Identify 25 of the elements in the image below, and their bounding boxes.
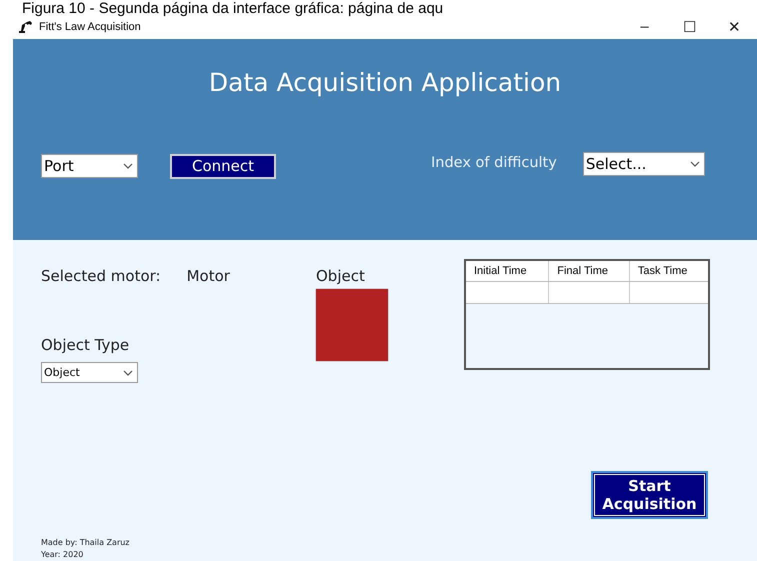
chevron-down-icon (690, 161, 700, 168)
object-label: Object (316, 267, 366, 285)
footer-text: Made by: Thaila Zaruz (41, 537, 131, 549)
dropdown[interactable]: Object (41, 362, 138, 383)
minimize-button[interactable]: – (622, 18, 667, 36)
close-button[interactable]: ✕ (712, 18, 757, 36)
footer-text: Year: 2020 (41, 549, 84, 561)
column-header: Initial Time (465, 260, 549, 282)
column-header: Final Time (548, 260, 630, 282)
object-type-label: Object Type (41, 336, 130, 354)
figure-caption: Figura 10 - Segunda página da interface gráfica: página de aqu (21, 0, 444, 17)
connect-button[interactable]: Connect (170, 154, 276, 179)
app-title: Data Acquisition Application (208, 66, 562, 99)
dropdown[interactable]: Select... (582, 152, 705, 176)
dropdown[interactable]: Port (41, 154, 138, 178)
column-header: Task Time (629, 260, 709, 282)
chevron-down-icon (123, 163, 133, 170)
maximize-button[interactable]: ☐ (667, 18, 712, 36)
motor-label: Selected motor: (41, 267, 161, 285)
difficulty-label: Index of difficulty (431, 155, 557, 172)
motor-value: Motor (186, 267, 230, 285)
window-title: Fitt's Law Acquisition (39, 20, 142, 33)
start-acquisition-button[interactable]: Start Acquisition (591, 471, 708, 519)
robot-arm-icon (17, 20, 33, 34)
chevron-down-icon (123, 370, 133, 376)
